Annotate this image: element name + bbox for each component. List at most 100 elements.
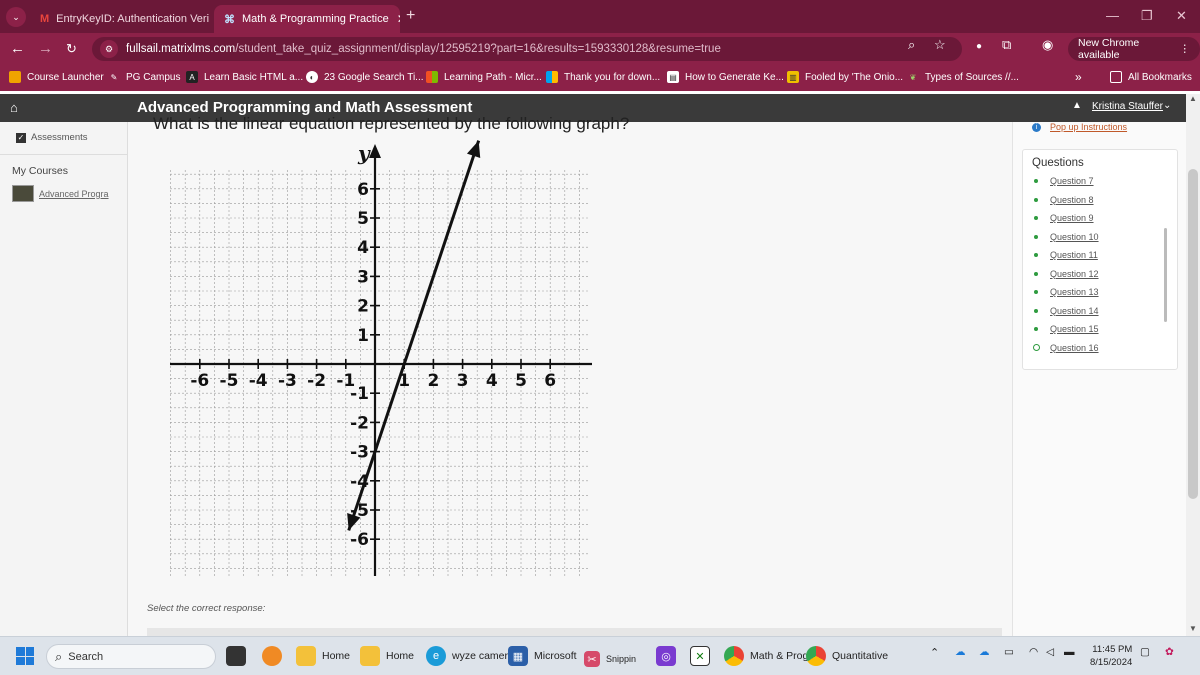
x-tick-label: 2 [427, 371, 439, 391]
question-link[interactable]: Question 13 [1034, 287, 1099, 297]
question-link-label: Question 16 [1050, 342, 1099, 353]
close-window-icon[interactable]: ✕ [1176, 8, 1187, 24]
new-chrome-button[interactable]: New Chrome available ⋮ [1068, 37, 1200, 61]
response-area[interactable] [147, 628, 1002, 636]
extension-badge-icon[interactable]: ● [976, 41, 982, 52]
restore-icon[interactable]: ❐ [1141, 8, 1153, 24]
sidebar-item-assessments[interactable]: ✓ Assessments [16, 132, 88, 143]
folder-icon [296, 646, 316, 666]
taskbar-app-store[interactable]: ▦ Microsoft [508, 646, 577, 666]
start-button-icon[interactable] [16, 647, 34, 665]
scroll-down-icon[interactable]: ▼ [1189, 624, 1197, 633]
taskbar-app-edge[interactable]: e wyze camera [426, 646, 514, 666]
scroll-up-icon[interactable]: ▲ [1189, 94, 1197, 103]
back-icon[interactable]: ← [10, 40, 25, 57]
scrollbar-thumb[interactable] [1188, 169, 1198, 499]
bookmark-learning-path[interactable]: Learning Path - Micr... [426, 71, 542, 83]
taskbar-app-home-2[interactable]: Home [360, 646, 414, 666]
pop-up-instructions-link[interactable]: i Pop up Instructions [1032, 122, 1127, 132]
all-bookmarks-label: All Bookmarks [1128, 71, 1192, 83]
taskbar-app-snipping[interactable]: ✂ Snippin [584, 651, 636, 667]
volume-icon[interactable]: ◁ [1046, 646, 1054, 658]
bookmark-thank-you[interactable]: Thank you for down... [546, 71, 660, 83]
kebab-menu-icon[interactable]: ⋮ [1180, 43, 1191, 55]
taskbar-app-chrome-quant[interactable]: Quantitative [806, 646, 888, 666]
clock-date: 8/15/2024 [1090, 657, 1133, 668]
question-link[interactable]: Question 8 [1034, 195, 1094, 205]
onedrive-icon[interactable]: ☁ [979, 646, 990, 658]
copilot-icon[interactable]: ✿ [1165, 646, 1174, 658]
bookmark-google-search[interactable]: ◐ 23 Google Search Ti... [306, 71, 424, 83]
display-icon[interactable]: ▭ [1004, 646, 1014, 658]
question-link[interactable]: Question 7 [1034, 176, 1094, 186]
question-link[interactable]: Question 10 [1034, 232, 1099, 242]
store-icon: ▦ [508, 646, 528, 666]
bookmark-label: Course Launcher [27, 71, 104, 83]
new-tab-icon[interactable]: + [406, 7, 415, 25]
bookmark-label: Learning Path - Micr... [444, 71, 542, 83]
tab-search-chevron-icon[interactable]: ⌄ [6, 7, 26, 27]
graph-axes [170, 144, 604, 576]
onedrive-icon[interactable]: ☁ [955, 646, 966, 658]
question-link[interactable]: Question 12 [1034, 269, 1099, 279]
chevron-down-icon[interactable]: ⌄ [1163, 100, 1171, 111]
notifications-icon[interactable]: ▢ [1140, 646, 1150, 658]
taskbar-app-purple[interactable]: ◎ [656, 646, 682, 666]
site-settings-icon[interactable]: ⚙ [100, 40, 118, 58]
home-icon[interactable]: ⌂ [10, 100, 18, 115]
bookmark-generate-key[interactable]: ▤ How to Generate Ke... [667, 71, 784, 83]
battery-icon[interactable]: ▬ [1064, 646, 1075, 658]
wifi-icon[interactable]: ◠ [1029, 646, 1038, 658]
taskbar-app-chrome-math[interactable]: Math & Prog [724, 646, 808, 666]
bookmark-fooled-by[interactable]: ▥ Fooled by 'The Onio... [787, 71, 903, 83]
y-tick-label: 2 [357, 297, 369, 317]
reload-icon[interactable]: ↻ [66, 41, 77, 57]
chevron-up-icon[interactable]: ⌃ [930, 646, 939, 659]
question-link-label: Question 7 [1050, 176, 1094, 186]
taskbar-search[interactable]: ⌕ Search [46, 644, 216, 669]
tab-math-practice[interactable]: ⌘ Math & Programming Practice ✕ [214, 5, 400, 33]
bookmark-course-launcher[interactable]: Course Launcher [9, 71, 104, 83]
close-icon[interactable]: ✕ [389, 12, 400, 26]
question-link[interactable]: Question 11 [1034, 250, 1098, 260]
forward-icon[interactable]: → [38, 40, 53, 57]
x-tick-label: -5 [220, 371, 239, 391]
page-scrollbar[interactable]: ▲ ▼ [1186, 94, 1200, 636]
x-tick-label: -3 [278, 371, 297, 391]
question-link-label: Question 13 [1050, 287, 1099, 297]
extensions-icon[interactable]: ⧉ [1002, 37, 1011, 53]
bookmark-label: PG Campus [126, 71, 181, 83]
bookmark-star-icon[interactable]: ☆ [934, 37, 946, 53]
y-tick-label: 5 [357, 209, 369, 229]
bookmark-pg-campus[interactable]: ✎ PG Campus [108, 71, 181, 83]
question-link[interactable]: Question 14 [1034, 306, 1099, 316]
user-menu[interactable]: Kristina Stauffer [1092, 101, 1163, 112]
url-input[interactable]: ⚙ fullsail.matrixlms.com/student_take_qu… [92, 37, 962, 61]
zoom-icon[interactable]: ⌕ [908, 37, 915, 53]
task-view-icon[interactable] [226, 646, 252, 666]
bookmarks-overflow-button[interactable]: » [1075, 70, 1082, 84]
questions-scrollbar[interactable] [1164, 228, 1167, 322]
close-icon[interactable]: ✕ [209, 12, 210, 26]
bookmark-learn-html[interactable]: A Learn Basic HTML a... [186, 71, 303, 83]
sidebar: ✓ Assessments My Courses Advanced Progra [0, 122, 128, 636]
url-domain: fullsail.matrixlms.com [126, 43, 236, 55]
bell-icon[interactable]: ▲ [1072, 100, 1082, 111]
profile-avatar-icon[interactable]: ◉ [1042, 37, 1053, 53]
system-clock[interactable]: 11:45 PM 8/15/2024 [1090, 643, 1132, 669]
question-link[interactable]: Question 15 [1034, 324, 1099, 334]
minimize-icon[interactable]: — [1106, 8, 1119, 23]
x-tick-label: 6 [544, 371, 556, 391]
question-link[interactable]: Question 9 [1034, 213, 1094, 223]
sidebar-course-link[interactable]: Advanced Progra [12, 185, 109, 202]
info-icon: i [1032, 122, 1041, 132]
taskbar-app-home-1[interactable]: Home [296, 646, 350, 666]
bookmark-types-of-sources[interactable]: ❦ Types of Sources //... [907, 71, 1019, 83]
all-bookmarks-button[interactable]: All Bookmarks [1110, 71, 1192, 83]
notification-app-icon[interactable] [262, 646, 288, 666]
question-link[interactable]: Question 16 [1033, 342, 1099, 353]
taskbar-app-xbox[interactable]: ✕ [690, 646, 716, 666]
select-response-prompt: Select the correct response: [147, 603, 266, 614]
tab-entrykeyid[interactable]: M EntryKeyID: Authentication Veri ✕ [30, 5, 210, 33]
y-axis-arrow [369, 144, 381, 158]
